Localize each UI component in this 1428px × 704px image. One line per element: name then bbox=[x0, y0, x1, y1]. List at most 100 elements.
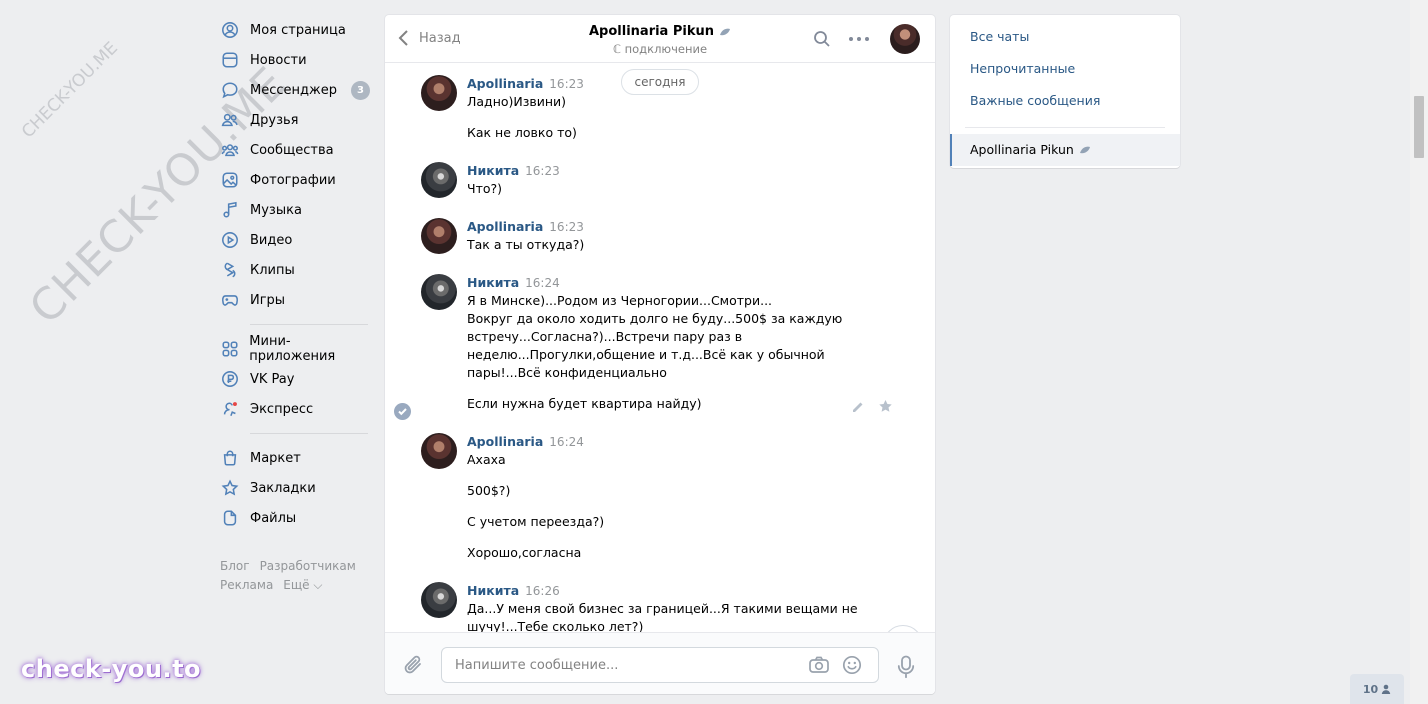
message-text: Так а ты откуда?) bbox=[467, 237, 585, 252]
clips-icon bbox=[220, 260, 240, 280]
photos-icon bbox=[220, 170, 240, 190]
sidebar-item-express[interactable]: Экспресс bbox=[216, 394, 372, 424]
scrollbar-thumb[interactable] bbox=[1414, 96, 1424, 158]
sender-avatar[interactable] bbox=[421, 433, 457, 469]
message-author[interactable]: Apollinaria bbox=[467, 76, 543, 91]
news-icon bbox=[220, 50, 240, 70]
sidebar-item-label: Фотографии bbox=[250, 172, 336, 188]
sidebar-item-news[interactable]: Новости bbox=[216, 45, 372, 75]
more-actions-icon[interactable] bbox=[849, 37, 869, 43]
user-circle-icon bbox=[220, 20, 240, 40]
express-icon bbox=[220, 399, 240, 419]
sender-avatar[interactable] bbox=[421, 162, 457, 198]
message-time[interactable]: 16:24 bbox=[525, 276, 560, 290]
message-time[interactable]: 16:23 bbox=[525, 164, 560, 178]
message-actions bbox=[851, 399, 893, 414]
music-icon bbox=[220, 200, 240, 220]
sidebar-item-market[interactable]: Маркет bbox=[216, 443, 372, 473]
sidebar-item-communities[interactable]: Сообщества bbox=[216, 135, 372, 165]
sidebar-item-label: Новости bbox=[250, 52, 307, 68]
leaf-icon bbox=[720, 28, 730, 35]
sidebar-item-files[interactable]: Файлы bbox=[216, 503, 372, 533]
message-text: С учетом переезда?) bbox=[467, 514, 605, 529]
microphone-icon[interactable] bbox=[897, 655, 915, 679]
brand-watermark: check-you.to bbox=[21, 655, 202, 683]
filter-unread[interactable]: Непрочитанные bbox=[950, 53, 1180, 85]
sidebar-item-messenger[interactable]: Мессенджер 3 bbox=[216, 75, 372, 105]
footer-link-ads[interactable]: Реклама bbox=[220, 578, 273, 592]
sidebar-item-clips[interactable]: Клипы bbox=[216, 255, 372, 285]
market-icon bbox=[220, 448, 240, 468]
peer-avatar[interactable] bbox=[890, 24, 920, 54]
message-author[interactable]: Apollinaria bbox=[467, 434, 543, 449]
message-time[interactable]: 16:23 bbox=[549, 220, 584, 234]
online-count: 10 bbox=[1362, 682, 1379, 696]
footer-link-blog[interactable]: Блог bbox=[220, 559, 250, 573]
search-icon[interactable] bbox=[813, 30, 831, 48]
messenger-icon bbox=[220, 80, 240, 100]
watermark-small: CHECK-YOU.ME bbox=[18, 38, 122, 143]
sidebar-item-bookmarks[interactable]: Закладки bbox=[216, 473, 372, 503]
sidebar-item-vk-pay[interactable]: VK Pay bbox=[216, 364, 372, 394]
sidebar-item-label: Видео bbox=[250, 232, 293, 248]
peer-status: ℂ подключение bbox=[612, 42, 708, 56]
sidebar-item-friends[interactable]: Друзья bbox=[216, 105, 372, 135]
sender-avatar[interactable] bbox=[421, 582, 457, 618]
active-chat-item[interactable]: Apollinaria Pikun bbox=[950, 134, 1180, 166]
sidebar-item-label: Мини-приложения bbox=[249, 334, 336, 364]
active-chat-name: Apollinaria Pikun bbox=[970, 142, 1074, 157]
friends-icon bbox=[220, 110, 240, 130]
message-author[interactable]: Apollinaria bbox=[467, 219, 543, 234]
footer-link-developers[interactable]: Разработчикам bbox=[260, 559, 356, 573]
chat-filter-panel: Все чаты Непрочитанные Важные сообщения … bbox=[950, 15, 1180, 168]
footer-link-more[interactable]: Ещё ⌵ bbox=[283, 578, 322, 592]
filter-all-chats[interactable]: Все чаты bbox=[950, 21, 1180, 53]
communities-icon bbox=[220, 140, 240, 160]
star-icon[interactable] bbox=[878, 399, 893, 414]
sender-avatar[interactable] bbox=[421, 274, 457, 310]
sidebar-item-mini-apps[interactable]: Мини-приложения bbox=[216, 334, 372, 364]
read-status-icon bbox=[394, 403, 411, 420]
sidebar-item-label: Закладки bbox=[250, 480, 316, 496]
message-input[interactable] bbox=[455, 656, 795, 674]
sidebar-item-label: Моя страница bbox=[250, 22, 346, 38]
message-text: Если нужна будет квартира найду) bbox=[467, 396, 702, 411]
message-text: Ахаха bbox=[467, 452, 506, 467]
sidebar-item-label: Маркет bbox=[250, 450, 301, 466]
camera-icon[interactable] bbox=[808, 655, 830, 675]
bookmarks-icon bbox=[220, 478, 240, 498]
message-history[interactable]: сегодня Apollinaria 16:23 Ладно)Извини) К… bbox=[385, 64, 935, 632]
sidebar-item-my-page[interactable]: Моя страница bbox=[216, 15, 372, 45]
message-author[interactable]: Никита bbox=[467, 583, 519, 598]
message-time[interactable]: 16:23 bbox=[549, 77, 584, 91]
games-icon bbox=[220, 290, 240, 310]
edit-pencil-icon[interactable] bbox=[851, 399, 866, 414]
sidebar-item-label: Друзья bbox=[250, 112, 299, 128]
sidebar-item-video[interactable]: Видео bbox=[216, 225, 372, 255]
message-time[interactable]: 16:26 bbox=[525, 584, 560, 598]
message-text: Что?) bbox=[467, 181, 503, 196]
message-group: Никита 16:24 Я в Минске)...Родом из Черно… bbox=[421, 274, 901, 413]
left-sidebar: Моя страница Новости Мессенджер 3 Друзья… bbox=[216, 15, 372, 595]
filter-important[interactable]: Важные сообщения bbox=[950, 85, 1180, 117]
message-group: Никита 16:26 Да...У меня свой бизнес за г… bbox=[421, 582, 901, 632]
unread-count-badge: 3 bbox=[351, 81, 370, 100]
sidebar-item-photos[interactable]: Фотографии bbox=[216, 165, 372, 195]
online-friends-counter[interactable]: 10 bbox=[1350, 674, 1404, 704]
message-author[interactable]: Никита bbox=[467, 163, 519, 178]
sidebar-item-label: Мессенджер bbox=[250, 82, 337, 98]
sidebar-item-label: Игры bbox=[250, 292, 286, 308]
paperclip-icon[interactable] bbox=[403, 653, 425, 677]
message-text: Ладно)Извини) bbox=[467, 94, 567, 109]
message-time[interactable]: 16:24 bbox=[549, 435, 584, 449]
sender-avatar[interactable] bbox=[421, 218, 457, 254]
page-scrollbar[interactable] bbox=[1410, 0, 1428, 704]
sender-avatar[interactable] bbox=[421, 75, 457, 111]
message-author[interactable]: Никита bbox=[467, 275, 519, 290]
emoji-icon[interactable] bbox=[842, 655, 862, 675]
sidebar-item-music[interactable]: Музыка bbox=[216, 195, 372, 225]
sidebar-item-games[interactable]: Игры bbox=[216, 285, 372, 315]
mini-apps-icon bbox=[220, 339, 239, 359]
message-composer bbox=[385, 632, 935, 694]
message-group: Apollinaria 16:23 Так а ты откуда?) bbox=[421, 218, 901, 254]
